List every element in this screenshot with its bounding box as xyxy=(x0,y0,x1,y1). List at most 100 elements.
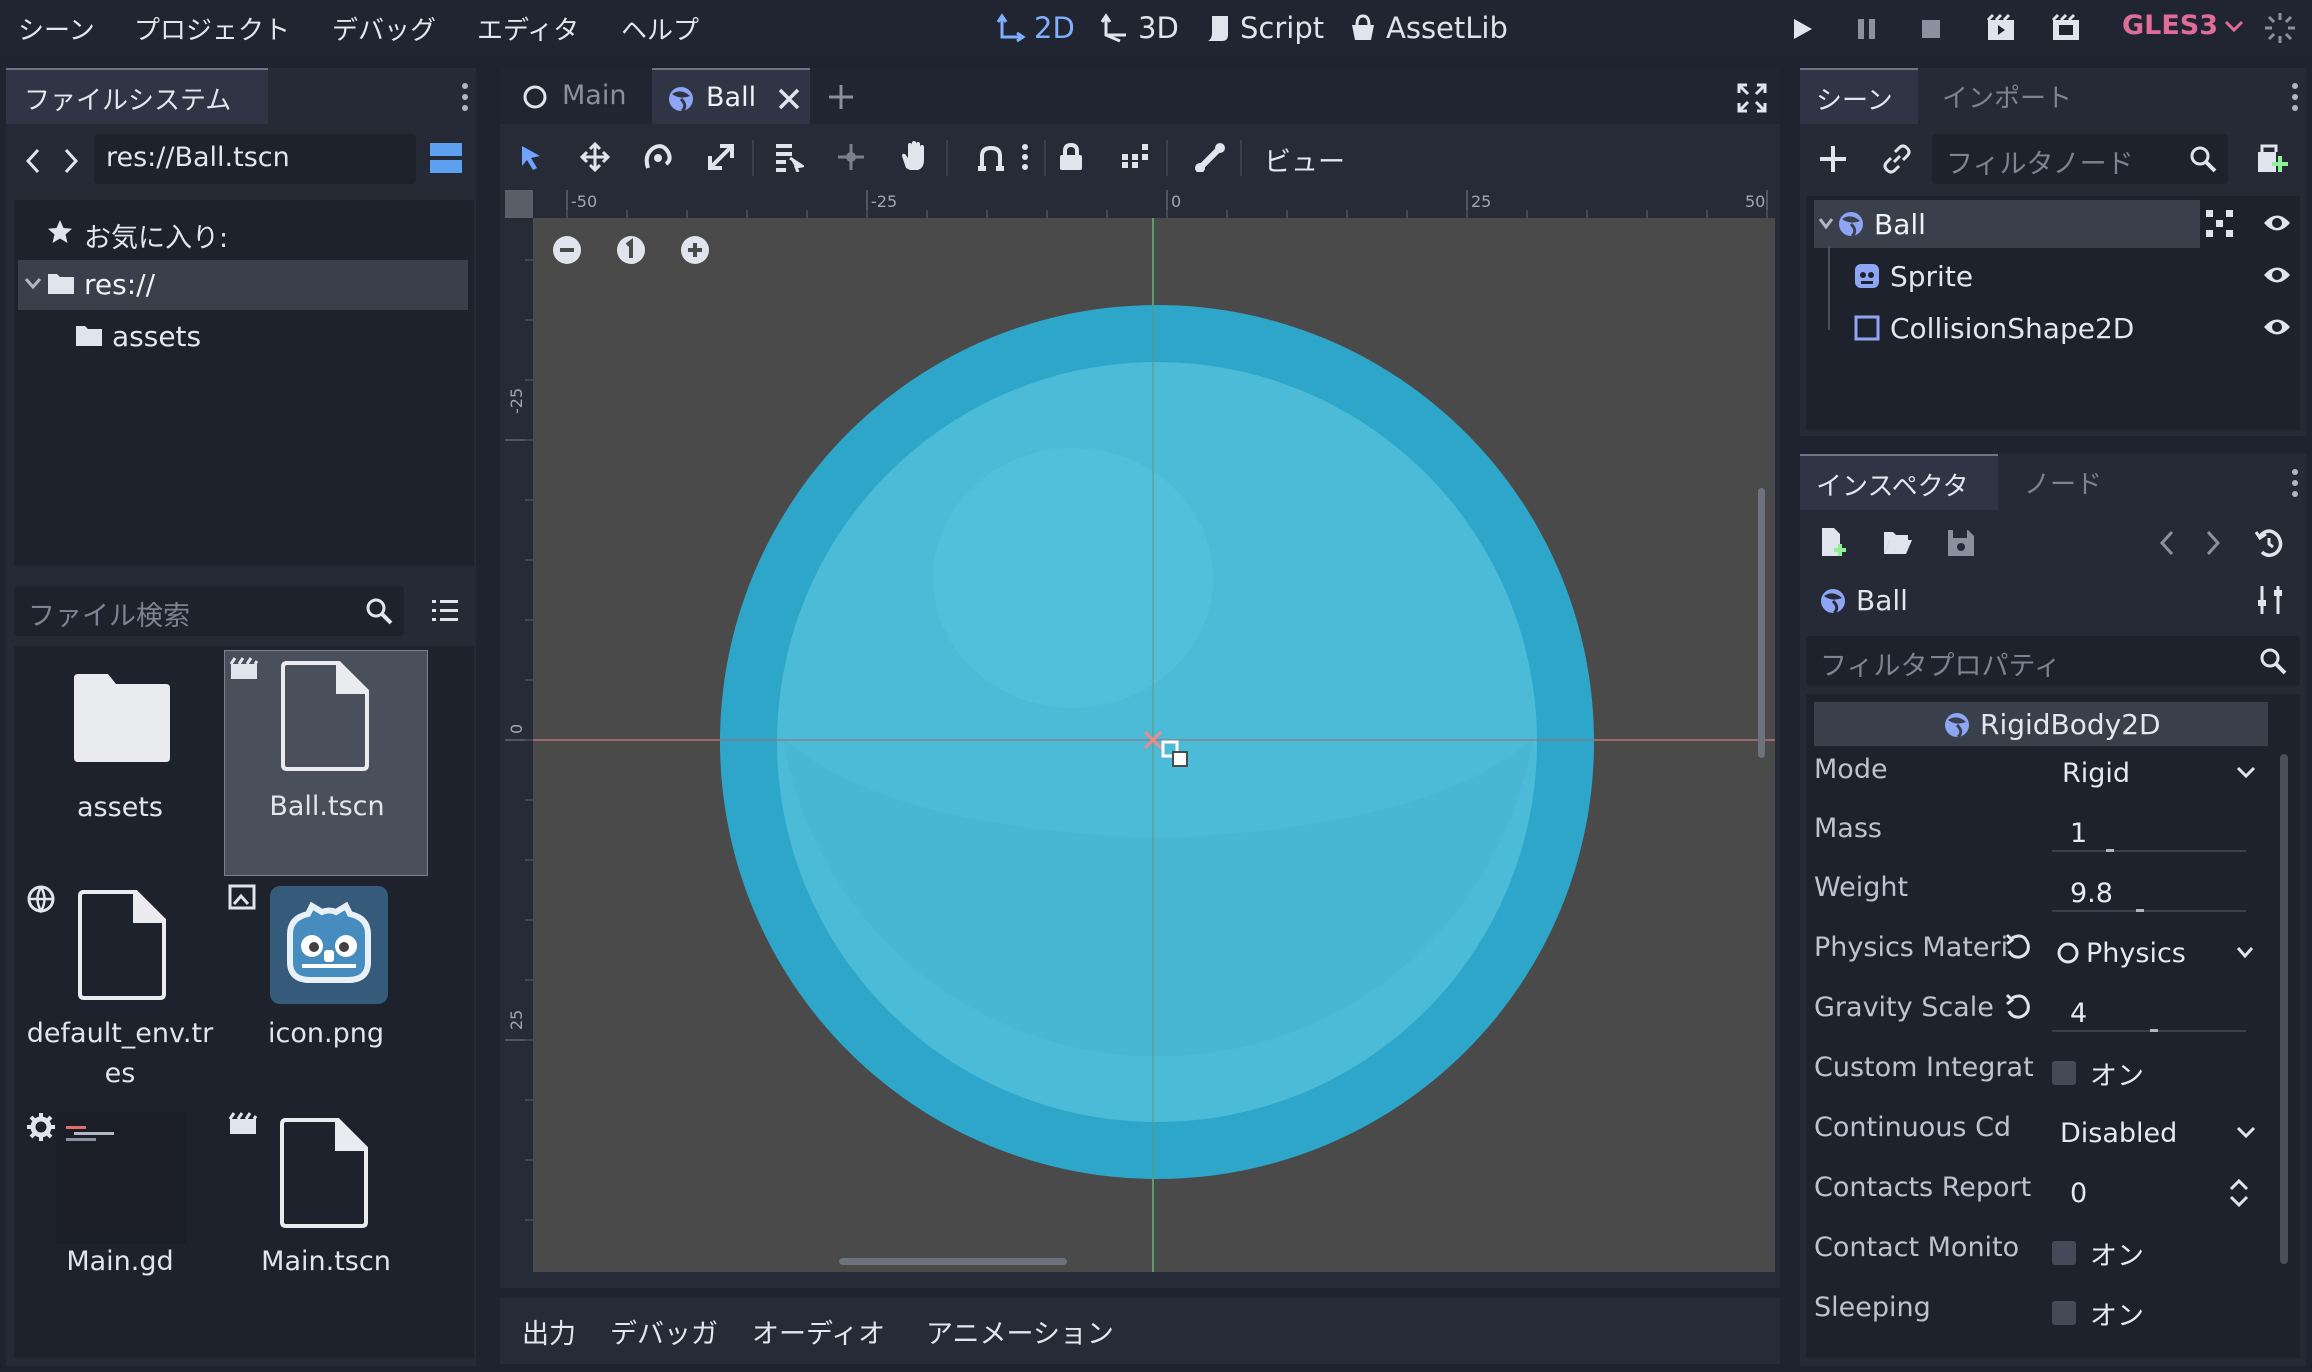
save-icon[interactable] xyxy=(1946,528,1976,558)
tree-item-assets[interactable]: assets xyxy=(18,312,468,362)
zoom-reset-icon[interactable] xyxy=(615,234,647,266)
custom-integrator-checkbox[interactable]: オン xyxy=(2040,1048,2266,1098)
pause-icon[interactable] xyxy=(1850,12,1884,46)
workspace-2d[interactable]: 2D xyxy=(996,8,1075,48)
menu-debug[interactable]: デバッグ xyxy=(332,10,436,47)
dock-menu-icon[interactable] xyxy=(2290,80,2300,114)
open-folder-icon[interactable] xyxy=(1882,528,1914,556)
menu-scene[interactable]: シーン xyxy=(18,10,95,47)
file-item-ball-tscn[interactable]: Ball.tscn xyxy=(224,650,428,876)
spin-arrows-icon[interactable] xyxy=(2228,1178,2250,1208)
pivot-tool-icon[interactable] xyxy=(836,142,866,172)
continuous-cd-dropdown[interactable]: Disabled xyxy=(2040,1108,2266,1158)
physics-material-picker[interactable]: Physics xyxy=(2040,928,2266,978)
file-item-main-tscn[interactable]: Main.tscn xyxy=(224,1106,428,1332)
tab-debugger[interactable]: デバッガ xyxy=(610,1312,718,1351)
gravity-scale-field[interactable]: 4 xyxy=(2040,988,2266,1038)
list-view-icon[interactable] xyxy=(430,596,460,626)
zoom-in-icon[interactable] xyxy=(679,234,711,266)
bone-icon[interactable] xyxy=(1194,142,1226,172)
tab-filesystem[interactable]: ファイルシステム xyxy=(6,68,268,124)
play-custom-scene-icon[interactable] xyxy=(2049,12,2083,46)
path-field[interactable]: res://Ball.tscn xyxy=(94,134,416,184)
revert-icon[interactable] xyxy=(2004,992,2032,1020)
group-icon[interactable] xyxy=(1120,142,1150,172)
tree-node-collisionshape2d[interactable]: CollisionShape2D xyxy=(1814,304,2200,352)
fullscreen-icon[interactable] xyxy=(1736,82,1768,114)
tab-import[interactable]: インポート xyxy=(1918,68,2096,124)
link-icon[interactable] xyxy=(1882,144,1912,174)
menu-project[interactable]: プロジェクト xyxy=(134,10,290,47)
mode-dropdown[interactable]: Rigid xyxy=(2040,748,2266,798)
pan-tool-icon[interactable] xyxy=(898,140,930,172)
more-vert-icon[interactable] xyxy=(1020,142,1030,172)
tree-item-root[interactable]: res:// xyxy=(18,260,468,310)
history-back-icon[interactable] xyxy=(2156,528,2178,558)
play-scene-icon[interactable] xyxy=(1984,12,2018,46)
select-tool-icon[interactable] xyxy=(516,142,546,172)
zoom-out-icon[interactable] xyxy=(551,234,583,266)
tab-output[interactable]: 出力 xyxy=(522,1312,576,1351)
stop-icon[interactable] xyxy=(1914,12,1948,46)
tab-audio[interactable]: オーディオ xyxy=(752,1312,885,1351)
workspace-script[interactable]: Script xyxy=(1204,8,1324,48)
add-node-icon[interactable] xyxy=(1818,144,1848,174)
object-properties-icon[interactable] xyxy=(2256,584,2286,616)
horizontal-scrollbar[interactable] xyxy=(839,1258,1067,1265)
rigidbody-icon xyxy=(1821,589,1845,615)
snap-icon[interactable] xyxy=(976,142,1006,172)
menu-editor[interactable]: エディタ xyxy=(477,10,579,47)
group-icon[interactable] xyxy=(2204,208,2236,240)
instance-scene-icon[interactable] xyxy=(2254,142,2288,176)
dock-menu-icon[interactable] xyxy=(2290,466,2300,500)
weight-field[interactable]: 9.8 xyxy=(2040,868,2266,918)
property-filter-input[interactable]: フィルタプロパティ xyxy=(1806,636,2300,686)
move-tool-icon[interactable] xyxy=(580,142,610,172)
rotate-tool-icon[interactable] xyxy=(642,142,674,172)
tab-inspector[interactable]: インスペクタ xyxy=(1800,454,1998,510)
back-arrow-icon[interactable] xyxy=(22,146,44,176)
close-icon[interactable] xyxy=(776,86,802,112)
renderer-select[interactable]: GLES3 xyxy=(2122,10,2244,41)
lock-icon[interactable] xyxy=(1056,142,1086,172)
node-filter-input[interactable]: フィルタノード xyxy=(1932,134,2228,184)
split-view-icon[interactable] xyxy=(428,140,464,176)
tab-animation[interactable]: アニメーション xyxy=(926,1312,1114,1351)
globe-icon xyxy=(27,885,55,914)
contact-monitor-checkbox[interactable]: オン xyxy=(2040,1228,2266,1278)
visibility-eye-icon[interactable] xyxy=(2262,262,2292,288)
tree-node-ball[interactable]: Ball xyxy=(1814,200,2200,248)
forward-arrow-icon[interactable] xyxy=(60,146,82,176)
tab-main[interactable]: Main xyxy=(506,68,652,124)
contacts-reported-spinbox[interactable]: 0 xyxy=(2040,1168,2266,1218)
tab-node[interactable]: ノード xyxy=(1998,454,2118,510)
inspector-scrollbar[interactable] xyxy=(2280,754,2288,1264)
play-icon[interactable] xyxy=(1785,12,1819,46)
revert-icon[interactable] xyxy=(2004,932,2032,960)
tree-node-sprite[interactable]: Sprite xyxy=(1814,252,2200,300)
scale-tool-icon[interactable] xyxy=(706,142,736,172)
vertical-scrollbar[interactable] xyxy=(1758,488,1765,758)
ball-highlight xyxy=(933,448,1213,708)
menu-help[interactable]: ヘルプ xyxy=(621,10,699,47)
view-menu[interactable]: ビュー xyxy=(1264,140,1345,179)
file-item-main-gd[interactable]: Main.gd xyxy=(18,1106,222,1332)
add-tab-icon[interactable] xyxy=(826,82,856,112)
tab-scene[interactable]: シーン xyxy=(1800,68,1918,124)
visibility-eye-icon[interactable] xyxy=(2262,210,2292,236)
history-forward-icon[interactable] xyxy=(2202,528,2224,558)
sleeping-checkbox[interactable]: オン xyxy=(2040,1288,2266,1338)
file-item-assets[interactable]: assets xyxy=(18,650,222,876)
list-select-icon[interactable] xyxy=(772,142,804,172)
file-item-icon-png[interactable]: icon.png xyxy=(224,878,428,1104)
workspace-assetlib[interactable]: AssetLib xyxy=(1348,8,1508,48)
workspace-3d[interactable]: 3D xyxy=(1100,8,1179,48)
mass-field[interactable]: 1 xyxy=(2040,808,2266,858)
dock-menu-icon[interactable] xyxy=(460,80,470,114)
visibility-eye-icon[interactable] xyxy=(2262,314,2292,340)
file-search-input[interactable]: ファイル検索 xyxy=(14,586,404,636)
tab-ball[interactable]: Ball xyxy=(652,68,810,124)
canvas-viewport[interactable] xyxy=(533,218,1775,1272)
history-icon[interactable] xyxy=(2254,528,2284,558)
new-resource-icon[interactable] xyxy=(1818,526,1848,558)
